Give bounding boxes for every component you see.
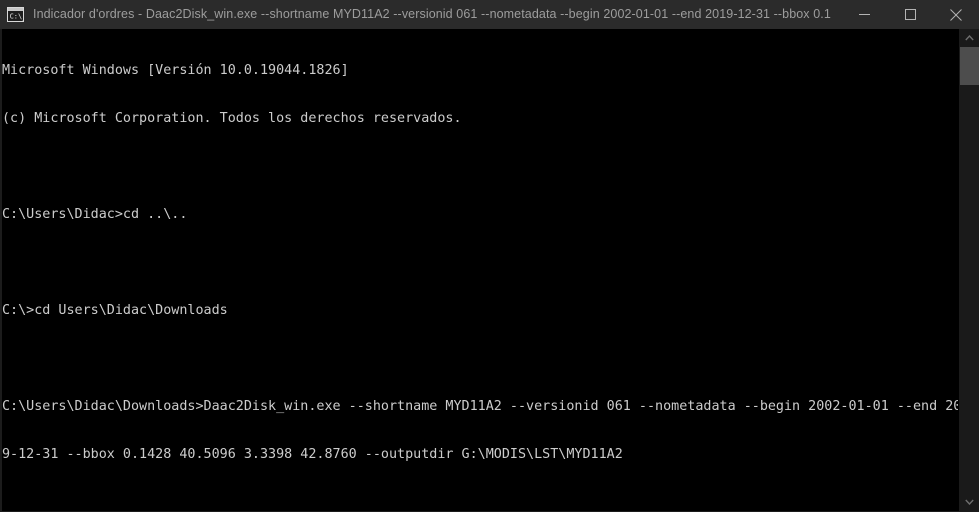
console-line: Microsoft Windows [Versión 10.0.19044.18…: [2, 63, 349, 78]
svg-text:C:\_: C:\_: [10, 13, 24, 21]
window-controls: [841, 0, 979, 29]
cmd-console-icon: C:\_: [7, 7, 27, 22]
scrollbar-track[interactable]: [959, 47, 979, 493]
minimize-button[interactable]: [841, 0, 887, 29]
console-line: (c) Microsoft Corporation. Todos los der…: [2, 111, 462, 126]
scroll-down-arrow-icon[interactable]: [959, 493, 979, 511]
close-button[interactable]: [933, 0, 979, 29]
console-line-list: Microsoft Windows [Versión 10.0.19044.18…: [2, 31, 958, 511]
console-line: C:\Users\Didac\Downloads>Daac2Disk_win.e…: [2, 399, 958, 414]
console-area[interactable]: Microsoft Windows [Versión 10.0.19044.18…: [0, 29, 979, 512]
console-line: 9-12-31 --bbox 0.1428 40.5096 3.3398 42.…: [2, 447, 623, 462]
console-line: C:\>cd Users\Didac\Downloads: [2, 303, 228, 318]
scroll-up-arrow-icon[interactable]: [959, 29, 979, 47]
vertical-scrollbar[interactable]: [958, 29, 979, 511]
console-line: C:\Users\Didac>cd ..\..: [2, 207, 188, 222]
console-output[interactable]: Microsoft Windows [Versión 10.0.19044.18…: [2, 29, 958, 511]
window-title: Indicador d'ordres - Daac2Disk_win.exe -…: [33, 7, 831, 21]
command-prompt-window: C:\_ Indicador d'ordres - Daac2Disk_win.…: [0, 0, 979, 512]
maximize-button[interactable]: [887, 0, 933, 29]
scrollbar-thumb[interactable]: [960, 47, 979, 85]
title-bar[interactable]: C:\_ Indicador d'ordres - Daac2Disk_win.…: [0, 0, 979, 29]
